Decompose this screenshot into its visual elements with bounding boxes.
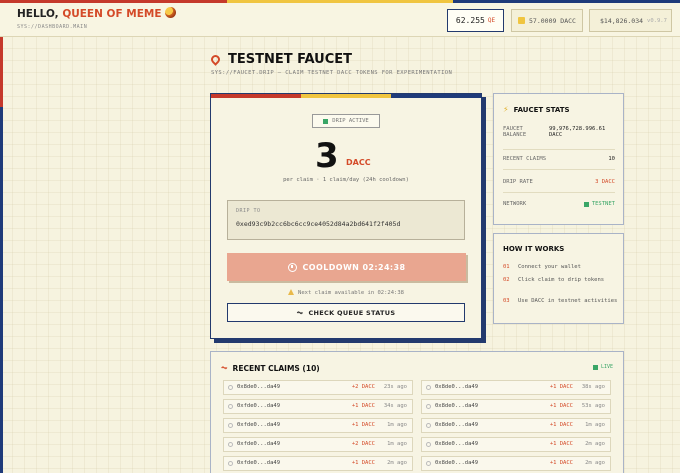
- page-subtitle: SYS://FAUCET.DRIP — CLAIM TESTNET DACC T…: [211, 70, 453, 76]
- step-item: 01 Connect your wallet: [503, 264, 581, 270]
- per-claim-text: per claim · 1 claim/day (24h cooldown): [283, 177, 409, 183]
- network-dot-icon: [583, 201, 589, 207]
- wallet-icon: [426, 423, 431, 428]
- top-header: HELLO, QUEEN OF MEME SYS://DASHBOARD.MAI…: [0, 3, 680, 37]
- table-row[interactable]: 0xfde0...da49 +1 DACC 1m ago: [223, 418, 413, 433]
- table-row[interactable]: 0x8de0...da49 +1 DACC 38s ago: [421, 380, 611, 395]
- wallet-icon: [228, 385, 233, 390]
- stat-row-network: NETWORK TESTNET: [503, 201, 615, 207]
- breadcrumb-path: SYS://DASHBOARD.MAIN: [17, 24, 88, 30]
- coin-icon: [518, 17, 525, 24]
- wallet-icon: [426, 404, 431, 409]
- left-accent-bar-red: [0, 37, 3, 107]
- wallet-icon: [426, 442, 431, 447]
- drip-to-field[interactable]: DRIP TO 0xed93c9b2cc6bc6cc9ce4052d84a2bd…: [227, 200, 465, 240]
- page-title: TESTNET FAUCET: [209, 52, 352, 67]
- how-it-works-card: HOW IT WORKS 01 Connect your wallet 02 Cli…: [493, 233, 624, 324]
- wallet-icon: [426, 385, 431, 390]
- how-it-works-title: HOW IT WORKS: [503, 245, 565, 253]
- activity-icon: ⏦: [221, 363, 228, 372]
- warning-icon: [288, 289, 295, 295]
- live-dot-icon: [592, 364, 598, 370]
- cooldown-button[interactable]: COOLDOWN 02:24:38: [227, 253, 466, 281]
- next-claim-text: Next claim available in 02:24:38: [211, 289, 481, 296]
- wallet-icon: [228, 423, 233, 428]
- token-value-pill[interactable]: $14,826.034 v0.9.7: [589, 9, 672, 32]
- table-row[interactable]: 0x8de0...da49 +1 DACC 2m ago: [421, 456, 611, 471]
- drip-amount: 3: [315, 136, 339, 176]
- table-row[interactable]: 0x8de0...da49 +1 DACC 1m ago: [421, 418, 611, 433]
- table-row[interactable]: 0xfde0...da49 +1 DACC 2m ago: [223, 456, 413, 471]
- dacc-balance-pill[interactable]: 57.0009 DACC: [511, 9, 583, 32]
- table-row[interactable]: 0xfde0...da49 +1 DACC 34s ago: [223, 399, 413, 414]
- faucet-stats-card: ⚡ FAUCET STATS FAUCET BALANCE 99,976,728.9…: [493, 93, 624, 225]
- bolt-icon: ⚡: [503, 105, 509, 114]
- step-item: 02 Click claim to drip tokens: [503, 277, 605, 283]
- table-row[interactable]: 0x8de0...da49 +1 DACC 2m ago: [421, 437, 611, 452]
- stat-row-balance: FAUCET BALANCE 99,976,728.996.61 DACC: [503, 126, 615, 150]
- step-item: 03 Use DACC in testnet activities: [503, 298, 618, 304]
- clock-icon: [287, 262, 297, 272]
- check-queue-button[interactable]: ⏦ CHECK QUEUE STATUS: [227, 303, 465, 322]
- balance-pill[interactable]: 62.255 QE: [447, 9, 504, 32]
- wallet-icon: [228, 461, 233, 466]
- table-row[interactable]: 0xfde0...da49 +2 DACC 1m ago: [223, 437, 413, 452]
- recent-claims-title: ⏦ RECENT CLAIMS (10): [221, 363, 320, 373]
- drip-amount-unit: DACC: [346, 158, 371, 167]
- wallet-icon: [228, 442, 233, 447]
- fire-icon: [164, 7, 176, 18]
- user-name: QUEEN OF MEME: [62, 8, 162, 20]
- status-badge: DRIP ACTIVE: [312, 114, 380, 128]
- stats-title: ⚡ FAUCET STATS: [503, 105, 570, 114]
- greeting: HELLO, QUEEN OF MEME: [17, 7, 176, 20]
- stat-row-recent-claims: RECENT CLAIMS 10: [503, 156, 615, 170]
- table-row[interactable]: 0x8de0...da49 +2 DACC 23s ago: [223, 380, 413, 395]
- status-dot-icon: [323, 118, 329, 124]
- drop-icon: [209, 53, 222, 66]
- stat-row-drip-rate: DRIP RATE 3 DACC: [503, 179, 615, 193]
- faucet-card: DRIP ACTIVE 3 DACC per claim · 1 claim/d…: [210, 93, 482, 339]
- activity-icon: ⏦: [296, 307, 304, 317]
- wallet-icon: [228, 404, 233, 409]
- table-row[interactable]: 0x8de0...da49 +1 DACC 53s ago: [421, 399, 611, 414]
- wallet-icon: [426, 461, 431, 466]
- wallet-address: 0xed93c9b2cc6bc6cc9ce4052d84a2bd641f2f40…: [236, 220, 401, 228]
- drip-to-label: DRIP TO: [236, 208, 261, 214]
- card-stripe: [211, 94, 481, 98]
- recent-claims-card: ⏦ RECENT CLAIMS (10) LIVE 0x8de0...da49 +…: [210, 351, 624, 473]
- live-badge: LIVE: [592, 364, 613, 370]
